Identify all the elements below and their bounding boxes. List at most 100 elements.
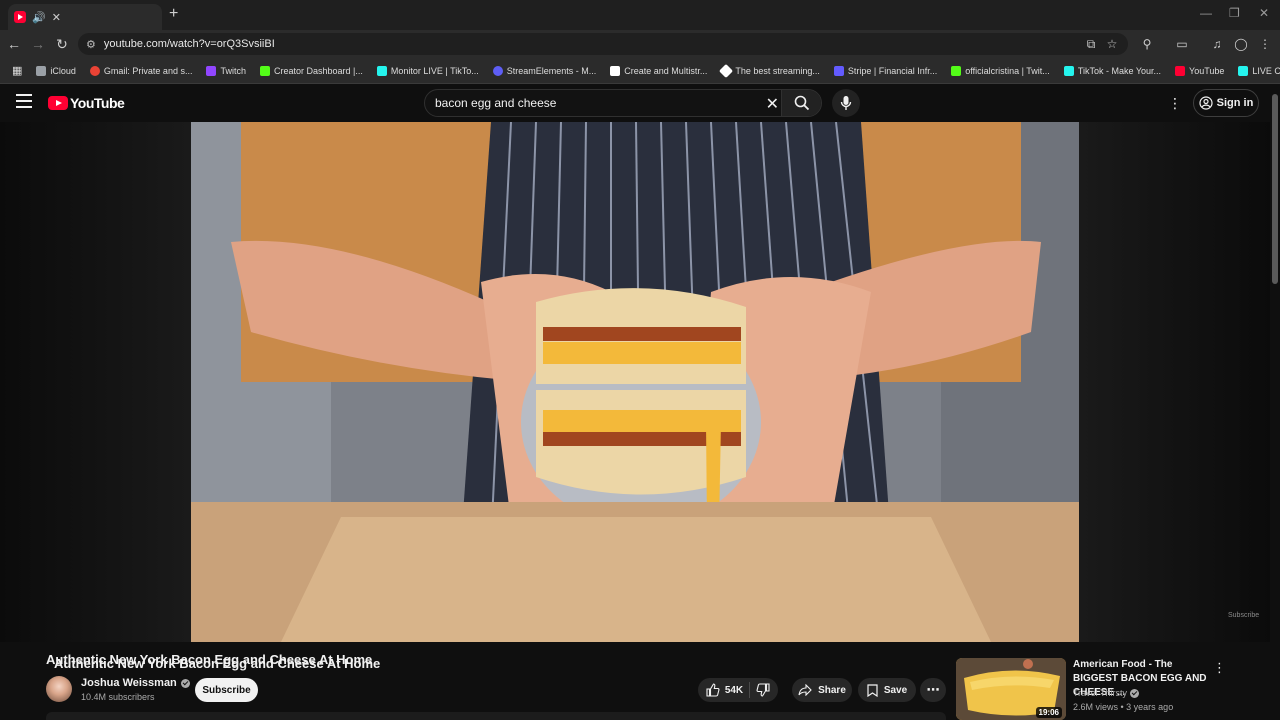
recommended-channel[interactable]: Travel Thirsty — [1073, 688, 1127, 698]
share-icon — [798, 684, 812, 696]
save-label: Save — [883, 684, 908, 696]
bookmark-label: Stripe | Financial Infr... — [847, 65, 938, 76]
youtube-logo[interactable]: YouTube — [48, 95, 125, 111]
page-scrollbar[interactable] — [1270, 84, 1280, 720]
video-player[interactable] — [191, 122, 1079, 642]
youtube-favicon-icon — [14, 11, 26, 23]
bookmark-item[interactable]: Create and Multistr... — [604, 65, 713, 76]
bookmark-label: YouTube — [1189, 65, 1225, 76]
browser-toolbar: ← → ↻ ⚙ youtube.com/watch?v=orQ3SvsiiBI … — [0, 30, 1280, 58]
bookmark-favicon-icon — [1238, 65, 1249, 76]
bookmark-item[interactable]: iCloud — [30, 65, 82, 76]
bookmark-star-icon[interactable]: ☆ — [1104, 36, 1120, 52]
recommended-meta: 2.6M views • 3 years ago — [1073, 702, 1174, 712]
bookmark-item[interactable]: LIVE Center — [1232, 65, 1280, 76]
bookmark-favicon-icon — [492, 65, 503, 76]
subscribe-button[interactable]: Subscribe — [195, 678, 258, 702]
bookmark-label: LIVE Center — [1252, 65, 1280, 76]
browser-tab[interactable]: Authentic New York Bacon Egg and Cheese … — [8, 4, 380, 671]
subscribe-watermark[interactable]: Subscribe — [1228, 612, 1259, 619]
bookmark-item[interactable]: Creator Dashboard |... — [254, 65, 369, 76]
forward-arrow-icon[interactable]: → — [28, 34, 48, 54]
bookmark-favicon-icon — [89, 65, 100, 76]
share-button[interactable]: Share — [792, 678, 852, 702]
bookmark-favicon-icon — [1175, 65, 1186, 76]
bookmark-label: iCloud — [50, 65, 76, 76]
profile-icon[interactable]: ◯ — [1233, 36, 1249, 52]
microphone-icon — [840, 96, 852, 110]
like-button[interactable]: 54K — [706, 683, 743, 697]
bookmark-label: Creator Dashboard |... — [273, 65, 363, 76]
browser-tab-strip: Authentic New York Bacon Egg and Cheese … — [0, 0, 1280, 671]
bookmark-label: officialcristina | Twit... — [965, 65, 1050, 76]
video-frame — [191, 122, 1079, 642]
sign-in-label: Sign in — [1216, 97, 1254, 109]
back-arrow-icon[interactable]: ← — [4, 34, 24, 54]
bookmark-favicon-icon — [951, 65, 962, 76]
settings-kebab-icon[interactable]: ⋮ — [1168, 94, 1182, 112]
youtube-header: YouTube bacon egg and cheese ✕ ⋮ Sign in — [0, 84, 1280, 122]
speaker-icon[interactable]: 🔊 — [32, 11, 46, 24]
description-box[interactable] — [46, 712, 946, 720]
apps-grid-icon[interactable]: ▦ — [6, 64, 28, 77]
menu-icon[interactable] — [16, 94, 32, 108]
bookmark-label: The best streaming... — [735, 65, 820, 76]
bookmark-label: TikTok - Make Your... — [1077, 65, 1162, 76]
close-window-icon[interactable]: ✕ — [1259, 6, 1269, 20]
recommended-thumbnail[interactable]: 19:06 — [956, 658, 1066, 720]
logo-text: YouTube — [70, 95, 125, 111]
thumbs-down-icon[interactable] — [756, 683, 770, 697]
voice-search-button[interactable] — [832, 89, 860, 117]
bookmark-favicon-icon — [206, 65, 217, 76]
bookmark-label: StreamElements - M... — [506, 65, 597, 76]
bookmark-item[interactable]: YouTube — [1169, 65, 1230, 76]
bookmark-favicon-icon — [610, 65, 621, 76]
like-divider — [749, 682, 751, 698]
bookmark-favicon-icon — [833, 65, 844, 76]
install-app-icon[interactable]: ⧉ — [1083, 36, 1099, 52]
bookmark-item[interactable]: TikTok - Make Your... — [1058, 65, 1167, 76]
bookmark-favicon-icon — [1063, 65, 1074, 76]
media-controls-icon[interactable]: ♫ — [1209, 36, 1225, 52]
more-horizontal-icon: ⋯ — [926, 682, 940, 697]
bookmark-item[interactable]: Stripe | Financial Infr... — [828, 65, 943, 76]
bookmarks-bar: ▦ iCloud Gmail: Private and s... Twitch … — [0, 58, 1280, 84]
scrollbar-thumb[interactable] — [1272, 94, 1278, 284]
bookmark-item[interactable]: StreamElements - M... — [487, 65, 603, 76]
close-tab-icon[interactable]: ✕ — [52, 11, 61, 24]
more-actions-button[interactable]: ⋯ — [920, 678, 946, 702]
search-input[interactable]: bacon egg and cheese — [435, 96, 556, 110]
like-count: 54K — [724, 684, 744, 696]
clear-search-icon[interactable]: ✕ — [766, 94, 779, 114]
bookmark-favicon-icon — [36, 65, 47, 76]
sign-in-button[interactable]: Sign in — [1193, 89, 1259, 117]
search-button[interactable] — [781, 90, 821, 116]
tab-search-icon[interactable]: ▭ — [1174, 36, 1190, 52]
reload-icon[interactable]: ↻ — [52, 34, 72, 54]
bookmark-item[interactable]: Monitor LIVE | TikTo... — [371, 65, 485, 76]
search-icon — [794, 95, 809, 111]
bookmark-item[interactable]: The best streaming... — [715, 63, 826, 78]
new-tab-icon[interactable]: + — [169, 5, 178, 23]
channel-name-row[interactable]: Joshua Weissman — [81, 677, 190, 689]
recommended-channel-row[interactable]: Travel Thirsty — [1073, 688, 1140, 698]
bookmark-icon — [867, 683, 878, 697]
minimize-icon[interactable]: — — [1200, 6, 1212, 20]
account-icon — [1199, 96, 1213, 110]
site-settings-icon[interactable]: ⚙ — [86, 38, 96, 51]
bookmark-item[interactable]: Twitch — [200, 65, 252, 76]
save-button[interactable]: Save — [858, 678, 916, 702]
address-bar[interactable]: ⚙ youtube.com/watch?v=orQ3SvsiiBI — [78, 33, 1128, 55]
channel-name[interactable]: Joshua Weissman — [81, 677, 177, 689]
video-title: Authentic New York Bacon Egg and Cheese … — [46, 652, 373, 667]
channel-avatar[interactable] — [46, 676, 72, 702]
url-text: youtube.com/watch?v=orQ3SvsiiBI — [103, 38, 275, 50]
restore-icon[interactable]: ❐ — [1229, 6, 1240, 20]
bookmark-item[interactable]: Gmail: Private and s... — [84, 65, 199, 76]
search-box[interactable]: bacon egg and cheese ✕ — [424, 89, 822, 117]
chrome-menu-icon[interactable]: ⋮ — [1257, 36, 1273, 52]
bookmark-favicon-icon — [719, 63, 734, 78]
bookmark-item[interactable]: officialcristina | Twit... — [945, 65, 1056, 76]
recommended-more-icon[interactable]: ⋮ — [1213, 660, 1226, 676]
extensions-icon[interactable]: ⚲ — [1139, 36, 1155, 52]
